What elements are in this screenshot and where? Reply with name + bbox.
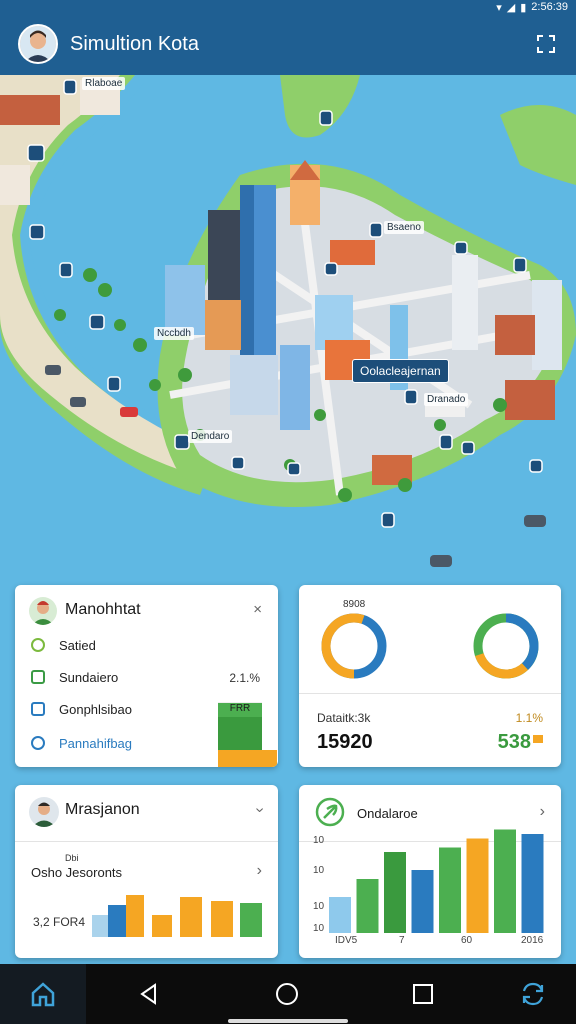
app-title: Simultion Kota xyxy=(70,33,199,55)
donut-top-label: 8908 xyxy=(343,599,366,610)
map-label: Nccbdh xyxy=(154,327,194,340)
row-label: Sundaiero xyxy=(59,669,119,685)
donut-chart-left xyxy=(321,613,387,679)
chart-bar xyxy=(521,834,544,933)
mini-bar xyxy=(180,897,202,937)
recents-icon[interactable] xyxy=(406,964,440,1024)
square-icon xyxy=(31,670,45,684)
map-callout[interactable]: Oolacleajernan xyxy=(352,359,449,383)
stats-bar-green xyxy=(218,717,262,750)
x-label: 60 xyxy=(461,935,473,946)
tick-label: 10 xyxy=(313,901,325,912)
x-label: 2016 xyxy=(521,935,544,946)
donut-right-label: 1.1% xyxy=(515,711,543,725)
app-bar: Simultion Kota xyxy=(0,14,576,75)
chart-title: Ondalaroe xyxy=(357,806,418,821)
mini-bar xyxy=(126,895,144,937)
chevron-right-icon[interactable]: › xyxy=(257,862,262,880)
tick-label: 10 xyxy=(313,865,325,876)
row-label: Gonphlsibao xyxy=(59,701,132,717)
donut-left-value: 15920 xyxy=(317,731,373,753)
mini-bar xyxy=(152,915,172,937)
leaf-icon xyxy=(315,797,345,827)
signal-icon: ◢ xyxy=(506,1,516,14)
chart-bar xyxy=(466,838,489,933)
stats-row[interactable]: Gonphlsibao xyxy=(31,699,132,719)
gesture-bar[interactable] xyxy=(228,1019,348,1023)
chevron-right-icon[interactable]: › xyxy=(540,803,545,821)
manager-bottom-label: 3,2 FOR4 xyxy=(33,915,86,929)
chart-bar xyxy=(329,897,351,933)
chart-bar xyxy=(384,852,406,933)
status-time: 2:56:39 xyxy=(531,1,568,13)
chart-bar xyxy=(411,870,434,933)
stats-title: Manohhtat xyxy=(65,601,141,618)
home-icon[interactable] xyxy=(24,964,62,1024)
card-avatar xyxy=(29,597,57,625)
manager-card: Mrasjanon › Dbi Osho Jesoronts › 3,2 FOR… xyxy=(15,785,278,958)
check-circle-icon xyxy=(31,638,45,652)
wifi-icon: ▾ xyxy=(496,1,502,14)
x-label: 7 xyxy=(399,935,405,946)
info-circle-icon xyxy=(31,736,45,750)
map-label: Dendaro xyxy=(188,430,233,443)
image-icon xyxy=(31,702,45,716)
home-circle-icon[interactable] xyxy=(270,964,304,1024)
chevron-down-icon[interactable]: › xyxy=(250,807,268,812)
avatar[interactable] xyxy=(18,24,58,64)
close-icon[interactable]: × xyxy=(253,601,262,618)
manager-subtitle-top: Dbi xyxy=(65,853,79,863)
chart-card: Ondalaroe › 10 10 10 10 IDV5 7 60 2016 xyxy=(299,785,561,958)
donut-right-value: 538 xyxy=(497,731,531,753)
stats-row[interactable]: Sundaiero xyxy=(31,667,118,687)
back-icon[interactable] xyxy=(132,964,166,1024)
tick-label: 10 xyxy=(313,923,325,934)
mini-bar xyxy=(240,903,262,937)
donut-card: 8908 Dataitk:3k 15920 1.1% 538 xyxy=(299,585,561,767)
tick-label: 10 xyxy=(313,835,325,846)
map-label: Rlaboae xyxy=(82,77,126,90)
stats-bar-tag: FRR xyxy=(218,703,262,717)
row-label: Pannahifbag xyxy=(59,735,133,751)
donut-chart-right xyxy=(473,613,539,679)
x-label: IDV5 xyxy=(335,935,358,946)
bar-chart xyxy=(329,829,544,933)
manager-title: Mrasjanon xyxy=(65,801,140,818)
card-avatar xyxy=(29,797,59,827)
stats-bar-orange xyxy=(218,750,277,767)
mini-bar xyxy=(92,915,108,937)
mini-bar xyxy=(108,905,126,937)
divider xyxy=(299,693,561,694)
stats-card: Manohhtat × Satied Sundaiero 2.1.% Gonph… xyxy=(15,585,278,767)
city-map[interactable]: Rlaboae Bsaeno Dendaro Dranado Nccbdh Oo… xyxy=(0,75,576,580)
status-bar: ▾ ◢ ▮ 2:56:39 xyxy=(0,0,576,14)
row-label: Satied xyxy=(59,637,96,653)
chart-bar xyxy=(439,847,461,933)
donut-left-label: Dataitk:3k xyxy=(317,711,371,725)
manager-subtitle[interactable]: Osho Jesoronts xyxy=(31,865,122,880)
fullscreen-icon[interactable] xyxy=(536,34,556,54)
divider xyxy=(15,841,278,842)
row-value: 2.1.% xyxy=(229,671,260,685)
chart-bar xyxy=(356,879,379,933)
sync-icon[interactable] xyxy=(514,964,552,1024)
stats-row[interactable]: Satied xyxy=(31,635,96,655)
battery-icon: ▮ xyxy=(520,1,527,14)
map-label: Dranado xyxy=(424,393,469,406)
stats-row[interactable]: Pannahifbag xyxy=(31,733,132,753)
chart-bar xyxy=(494,829,516,933)
map-label: Bsaeno xyxy=(384,221,424,234)
value-marker xyxy=(533,735,543,743)
mini-bar xyxy=(211,901,233,937)
